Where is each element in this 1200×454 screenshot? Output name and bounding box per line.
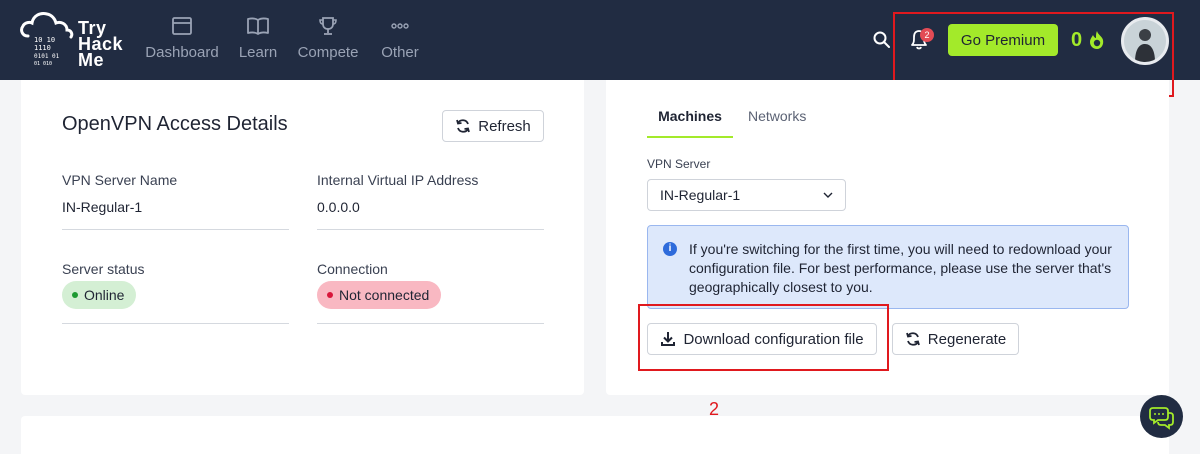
trophy-icon (319, 17, 337, 35)
svg-text:10 10: 10 10 (34, 36, 55, 44)
regenerate-button[interactable]: Regenerate (892, 323, 1019, 355)
chat-button[interactable] (1140, 395, 1183, 438)
status-badge-online: Online (62, 281, 137, 309)
server-status-label: Server status (62, 261, 145, 277)
nav-item-learn[interactable]: Learn (218, 14, 298, 61)
svg-text:01 010: 01 010 (34, 61, 52, 67)
info-text: If you're switching for the first time, … (689, 241, 1112, 295)
chevron-down-icon (823, 192, 833, 198)
logo-text: Try Hack Me (78, 19, 123, 70)
connection-badge: Not connected (317, 281, 442, 309)
refresh-icon (905, 332, 920, 346)
nav-item-dashboard[interactable]: Dashboard (142, 14, 222, 61)
book-icon (247, 17, 269, 35)
nav-label-learn: Learn (238, 44, 278, 61)
server-name-label: VPN Server Name (62, 172, 178, 188)
dashboard-icon (172, 17, 192, 35)
status-text: Online (84, 287, 125, 303)
divider (62, 323, 289, 324)
refresh-button[interactable]: Refresh (442, 110, 544, 142)
refresh-label: Refresh (478, 117, 531, 135)
nav-item-other[interactable]: Other (360, 14, 440, 61)
bottom-card (21, 416, 1169, 454)
refresh-icon (456, 119, 471, 133)
connection-label: Connection (317, 261, 388, 277)
divider (317, 229, 544, 230)
more-icon (391, 23, 409, 29)
divider (317, 323, 544, 324)
info-icon: i (663, 242, 677, 256)
nav-item-compete[interactable]: Compete (288, 14, 368, 61)
divider (62, 229, 289, 230)
connection-text: Not connected (339, 287, 430, 303)
tryhackme-logo[interactable]: 10 10 1110 0101 01 01 010 Try Hack Me (20, 8, 130, 72)
search-icon[interactable] (870, 28, 894, 52)
nav-label-dashboard: Dashboard (145, 44, 219, 61)
chat-icon (1149, 407, 1174, 430)
vpn-server-selected: IN-Regular-1 (660, 187, 741, 203)
regenerate-label: Regenerate (927, 330, 1007, 348)
cloud-icon: 10 10 1110 0101 01 01 010 (20, 12, 74, 67)
ip-address-value: 0.0.0.0 (317, 199, 360, 215)
active-tab-indicator (647, 136, 733, 138)
status-dot-icon (72, 292, 78, 298)
info-alert: i If you're switching for the first time… (647, 225, 1129, 309)
svg-text:0101 01: 0101 01 (34, 53, 60, 60)
svg-text:1110: 1110 (34, 44, 51, 52)
page-title: OpenVPN Access Details (62, 113, 288, 135)
nav-label-compete: Compete (297, 44, 359, 61)
ip-address-label: Internal Virtual IP Address (317, 172, 479, 188)
vpn-server-label: VPN Server (647, 157, 711, 171)
tab-machines[interactable]: Machines (647, 108, 733, 124)
logo-word-me: Me (78, 50, 105, 70)
nav-label-other: Other (381, 44, 419, 61)
tab-networks[interactable]: Networks (748, 108, 806, 124)
connection-dot-icon (327, 292, 333, 298)
vpn-server-select[interactable]: IN-Regular-1 (647, 179, 846, 211)
highlight-box-2 (638, 304, 889, 371)
server-name-value: IN-Regular-1 (62, 199, 143, 215)
